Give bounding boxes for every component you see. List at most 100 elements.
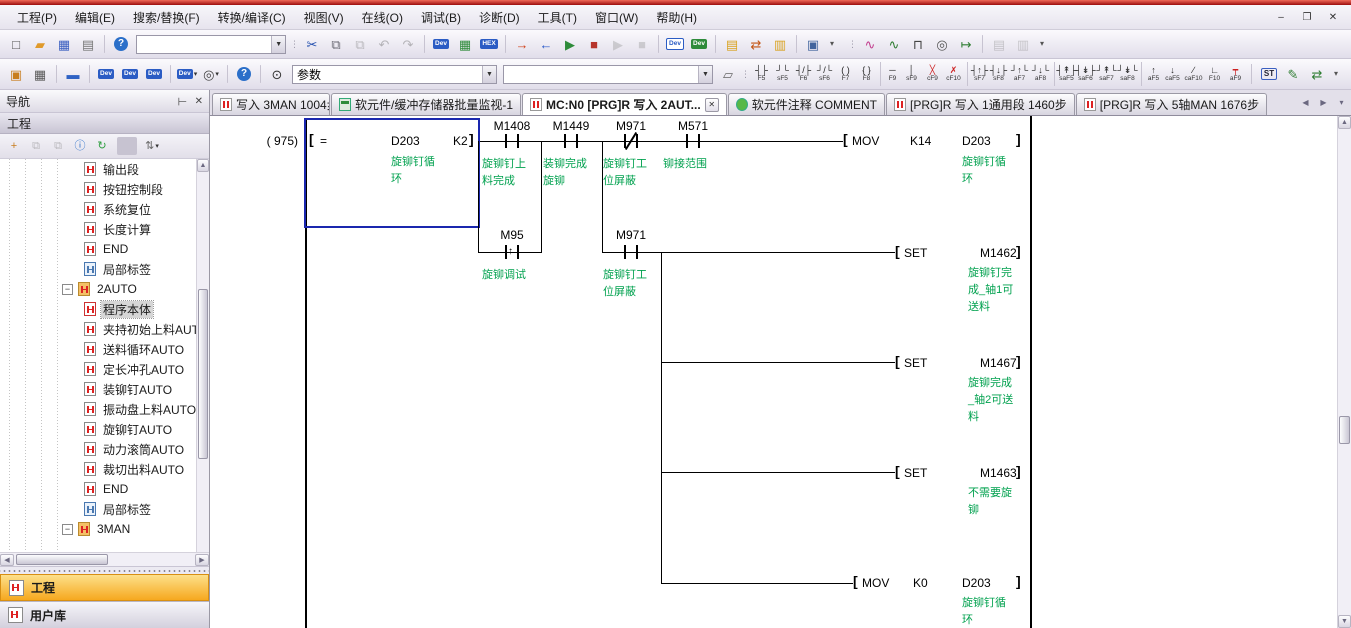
toolbar-button[interactable]: ✎ [1282, 64, 1304, 84]
toolbar-button[interactable]: ▦ [29, 64, 51, 84]
nav-toolbar-button[interactable] [117, 137, 137, 155]
tree-item[interactable]: 局部标签 [0, 259, 196, 279]
scroll-right-icon[interactable]: ▶ [195, 554, 209, 566]
toolbar-button[interactable]: ↶ [373, 34, 395, 54]
toolbar-button[interactable]: ∿ [883, 34, 905, 54]
ladder-symbol-button[interactable]: ┘↟└saF7 [1096, 62, 1117, 86]
toolbar-button[interactable]: ▾ [1036, 34, 1048, 54]
tree-item[interactable]: 旋铆钉AUTO [0, 419, 196, 439]
toolbar-button[interactable]: Dev [430, 34, 452, 54]
toolbar-button[interactable]: ◎ [931, 34, 953, 54]
toolbar-button[interactable]: Dev▾ [176, 64, 198, 84]
toolbar-button[interactable]: □ [5, 34, 27, 54]
toolbar-button[interactable]: ↦ [955, 34, 977, 54]
toolbar-button[interactable]: ⋮ [848, 34, 857, 54]
tree-item[interactable]: END [0, 239, 196, 259]
ladder-symbol-button[interactable]: ┘↑└aF7 [1009, 62, 1030, 86]
combo-dropdown-icon[interactable]: ▼ [482, 66, 496, 83]
nav-view-button[interactable]: 用户库 [0, 601, 209, 628]
ladder-symbol-button[interactable]: ( )F7 [835, 62, 856, 86]
toolbar-button[interactable] [715, 35, 716, 53]
toolbar-button[interactable]: ⋮ [290, 34, 299, 54]
instruction-mov1[interactable]: MOV [852, 134, 879, 148]
tree-expander-icon[interactable]: − [62, 524, 73, 535]
tree-item[interactable]: 夹持初始上料AUT [0, 319, 196, 339]
toolbar-button[interactable]: ■ [631, 34, 653, 54]
menu-item[interactable]: 工具(T) [529, 9, 586, 27]
ladder-symbol-button[interactable]: │sF9 [901, 62, 922, 86]
editor-tab[interactable]: 软元件/缓冲存储器批量监视-1 [331, 93, 521, 115]
contact-m971-nc[interactable] [618, 134, 644, 148]
nav-toolbar-button[interactable]: + [4, 137, 24, 155]
menu-item[interactable]: 视图(V) [295, 9, 353, 27]
contact-m1408[interactable] [499, 134, 525, 148]
toolbar-button[interactable] [89, 65, 90, 83]
toolbar-button[interactable]: ▾ [826, 34, 838, 54]
toolbar-button[interactable]: Dev [95, 64, 117, 84]
window-control-icon[interactable]: ✕ [1321, 9, 1345, 26]
tree-scrollbar-thumb[interactable] [198, 289, 208, 459]
navigation-close-icon[interactable]: ✕ [195, 96, 203, 107]
tree-item[interactable]: 定长冲孔AUTO [0, 359, 196, 379]
tree-item[interactable]: 按钮控制段 [0, 179, 196, 199]
keyword-combo[interactable]: ▼ [292, 65, 497, 84]
nav-toolbar-button[interactable]: ⓘ [70, 137, 90, 155]
scroll-left-icon[interactable]: ◀ [0, 554, 14, 566]
toolbar-button[interactable]: → [511, 34, 533, 54]
ladder-symbol-button[interactable]: ↓caF5 [1162, 62, 1183, 86]
editor-scrollbar-thumb[interactable] [1339, 416, 1350, 444]
toolbar-button[interactable]: ▤ [77, 34, 99, 54]
toolbar-button[interactable]: ▥ [1012, 34, 1034, 54]
tab-scroll-icon[interactable]: ▶ [1316, 94, 1331, 110]
tree-item[interactable]: 局部标签 [0, 499, 196, 519]
nav-toolbar-button[interactable]: ⧉ [26, 137, 46, 155]
menu-item[interactable]: 工程(P) [8, 9, 66, 27]
scroll-up-icon[interactable]: ▲ [197, 159, 209, 172]
tree-item[interactable]: 裁切出料AUTO [0, 459, 196, 479]
project-combo-input[interactable] [137, 37, 271, 52]
toolbar-button[interactable]: ↷ [397, 34, 419, 54]
toolbar-button[interactable]: ▾ [1330, 64, 1342, 84]
toolbar-button[interactable]: ▤ [988, 34, 1010, 54]
scroll-down-icon[interactable]: ▼ [1338, 615, 1351, 628]
toolbar-button[interactable]: ST [1258, 64, 1280, 84]
tree-item[interactable]: 长度计算 [0, 219, 196, 239]
ladder-symbol-button[interactable]: ┤↟├saF5 [1054, 62, 1075, 86]
toolbar-button[interactable] [424, 35, 425, 53]
menu-item[interactable]: 帮助(H) [647, 9, 706, 27]
ladder-symbol-button[interactable]: ┤↓├sF8 [988, 62, 1009, 86]
toolbar-button[interactable]: ▶ [559, 34, 581, 54]
ladder-symbol-button[interactable]: ┤↑├sF7 [967, 62, 988, 86]
keyword-combo-input[interactable] [293, 67, 482, 82]
toolbar-button[interactable]: ⊙ [266, 64, 288, 84]
ladder-symbol-button[interactable]: { }F8 [856, 62, 877, 86]
editor-tab[interactable]: [PRG]R 写入 1通用段 1460步 [886, 93, 1075, 115]
project-combo[interactable]: ▼ [136, 35, 286, 54]
compare-arg2[interactable]: K2 [453, 134, 468, 148]
toolbar-button[interactable]: ▶ [607, 34, 629, 54]
window-control-icon[interactable]: – [1269, 9, 1293, 26]
contact-m571[interactable] [680, 134, 706, 148]
menu-item[interactable]: 在线(O) [353, 9, 412, 27]
compare-arg1[interactable]: D203 [391, 134, 420, 148]
ladder-symbol-button[interactable]: ∟F10 [1204, 62, 1225, 86]
ladder-symbol-button[interactable]: ✗cF10 [943, 62, 964, 86]
ladder-symbol-button[interactable]: ┘↓└aF8 [1030, 62, 1051, 86]
toolbar-button[interactable]: ◎▾ [200, 64, 222, 84]
menu-item[interactable]: 编辑(E) [66, 9, 124, 27]
menu-item[interactable]: 调试(B) [412, 9, 470, 27]
toolbar-button[interactable] [56, 65, 57, 83]
tree-horizontal-scrollbar[interactable]: ◀ ▶ [0, 552, 209, 566]
toolbar-button[interactable]: ⇄ [1306, 64, 1328, 84]
nav-toolbar-button[interactable]: ↻ [92, 137, 112, 155]
toolbar-button[interactable]: HEX [478, 34, 500, 54]
menu-item[interactable]: 窗口(W) [586, 9, 647, 27]
tree-item[interactable]: − 3MAN [0, 519, 196, 539]
toolbar-button[interactable]: Dev [119, 64, 141, 84]
toolbar-button[interactable] [658, 35, 659, 53]
instruction-set3[interactable]: SET [904, 466, 927, 480]
contact-m971-no[interactable] [618, 245, 644, 259]
tree-item[interactable]: 动力滚筒AUTO [0, 439, 196, 459]
toolbar-button[interactable]: ∿ [859, 34, 881, 54]
toolbar-button[interactable]: ▦ [53, 34, 75, 54]
